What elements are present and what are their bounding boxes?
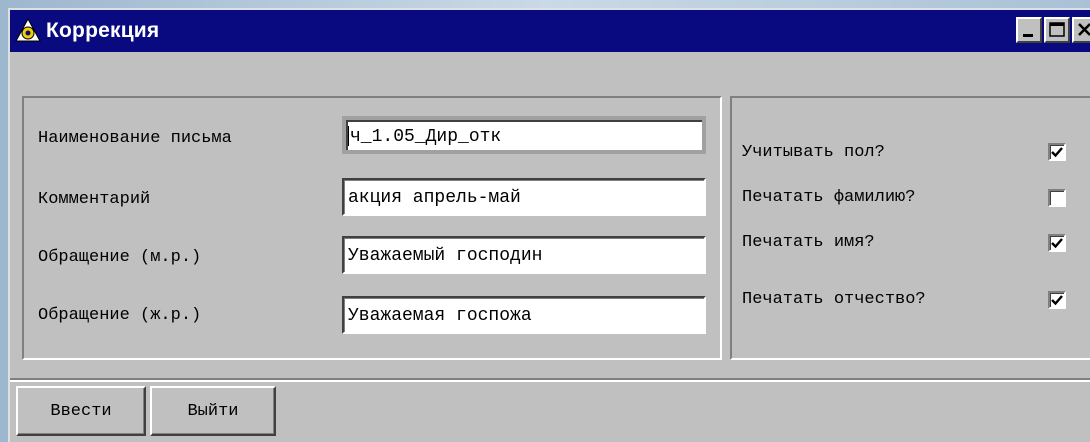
print-patronymic-checkbox[interactable] [1048, 291, 1066, 309]
window-title: Коррекция [46, 19, 160, 42]
enter-button[interactable]: Ввести [16, 386, 146, 436]
salutation-female-input[interactable]: Уважаемая госпожа [342, 296, 706, 334]
salutation-male-label: Обращение (м.р.) [38, 248, 202, 267]
maximize-button[interactable] [1044, 17, 1070, 43]
fields-group: Наименование письма ч_1.05_Дир_отк Комме… [22, 96, 722, 360]
minimize-button[interactable] [1016, 17, 1042, 43]
exit-button[interactable]: Выйти [150, 386, 276, 436]
close-button[interactable] [1072, 17, 1090, 43]
print-name-checkbox[interactable] [1048, 234, 1066, 252]
checkmark-icon [1051, 295, 1063, 306]
checkmark-icon [1051, 147, 1063, 158]
maximize-icon [1049, 22, 1065, 37]
salutation-male-input[interactable]: Уважаемый господин [342, 236, 706, 274]
app-icon [15, 17, 41, 42]
print-surname-checkbox[interactable] [1048, 189, 1066, 207]
letter-name-input[interactable]: ч_1.05_Дир_отк [342, 116, 706, 154]
print-name-label: Печатать имя? [742, 233, 875, 252]
button-bar-divider [10, 378, 1090, 382]
comment-label: Комментарий [38, 190, 151, 209]
close-icon [1078, 23, 1090, 36]
letter-name-value: ч_1.05_Дир_отк [350, 126, 502, 147]
consider-gender-label: Учитывать пол? [742, 143, 885, 162]
print-patronymic-label: Печатать отчество? [742, 290, 926, 309]
letter-name-label: Наименование письма [38, 129, 232, 148]
consider-gender-checkbox[interactable] [1048, 143, 1066, 161]
checkmark-icon [1051, 238, 1063, 249]
options-group: Учитывать пол? Печатать фамилию? Печатат… [730, 96, 1090, 360]
title-bar[interactable]: Коррекция [10, 10, 1090, 52]
salutation-female-label: Обращение (ж.р.) [38, 306, 202, 325]
comment-input[interactable]: акция апрель-май [342, 178, 706, 216]
correction-window: Коррекция Наименование письма ч_1.05_Дир… [8, 8, 1090, 442]
minimize-icon [1023, 34, 1033, 37]
print-surname-label: Печатать фамилию? [742, 188, 916, 207]
text-caret [348, 126, 349, 146]
